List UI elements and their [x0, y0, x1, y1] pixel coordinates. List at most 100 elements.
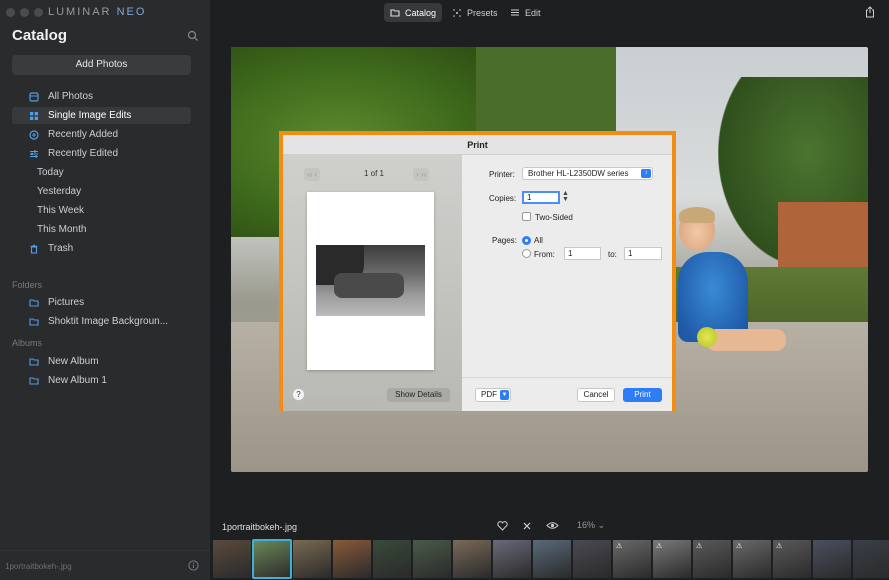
album-icon — [26, 356, 42, 368]
copies-field[interactable]: 1 — [522, 191, 560, 204]
pages-range-radio[interactable] — [522, 249, 531, 258]
eye-icon[interactable] — [546, 521, 559, 530]
filmstrip: ⚠ ⚠ ⚠ ⚠ ⚠ — [213, 539, 889, 580]
catalog-title: Catalog — [12, 27, 68, 44]
filmstrip-thumbnail[interactable]: ⚠ — [613, 540, 651, 578]
print-dialog-title: Print — [283, 135, 672, 155]
tab-presets[interactable]: Presets — [446, 3, 504, 22]
sidebar-item-today[interactable]: Today — [12, 164, 191, 181]
warning-icon: ⚠ — [696, 543, 703, 550]
heart-icon[interactable] — [497, 520, 508, 531]
two-sided-label: Two-Sided — [535, 213, 573, 222]
sidebar-item-recently-edited[interactable]: Recently Edited — [12, 145, 191, 162]
copies-label: Copies: — [489, 194, 517, 203]
sidebar-item-yesterday[interactable]: Yesterday — [12, 183, 191, 200]
filmstrip-thumbnail[interactable] — [813, 540, 851, 578]
add-photos-button[interactable]: Add Photos — [12, 55, 191, 75]
filmstrip-thumbnail[interactable] — [293, 540, 331, 578]
filmstrip-thumbnail[interactable] — [453, 540, 491, 578]
sidebar-item-single-image-edits[interactable]: Single Image Edits — [12, 107, 191, 124]
pages-all-label: All — [534, 236, 543, 245]
next-page-button[interactable]: › ›› — [413, 168, 430, 181]
sidebar-footer: 1portraitbokeh-.jpg — [0, 550, 210, 580]
cancel-button[interactable]: Cancel — [577, 388, 615, 402]
chevron-down-icon: ⌄ — [597, 520, 606, 530]
filmstrip-thumbnail[interactable]: ⚠ — [693, 540, 731, 578]
zoom-level[interactable]: 16% ⌄ — [577, 520, 605, 531]
show-details-button[interactable]: Show Details — [387, 388, 450, 402]
filmstrip-thumbnail[interactable] — [493, 540, 531, 578]
folder-label: Pictures — [48, 297, 85, 308]
folders-heading: Folders — [12, 280, 43, 290]
maximize-window-button[interactable] — [34, 8, 43, 17]
print-preview-image — [316, 245, 425, 316]
pages-to-field[interactable]: 1 — [624, 247, 662, 260]
sidebar-item-trash[interactable]: Trash — [12, 240, 191, 257]
two-sided-checkbox[interactable] — [522, 212, 531, 221]
filmstrip-thumbnail[interactable] — [213, 540, 251, 578]
sidebar-album-new-album[interactable]: New Album — [12, 353, 191, 370]
filmstrip-thumbnail[interactable] — [333, 540, 371, 578]
warning-icon: ⚠ — [656, 543, 663, 550]
chevron-down-icon: ▼ — [500, 390, 509, 400]
prev-page-button[interactable]: ‹‹ ‹ — [304, 168, 321, 181]
tab-catalog[interactable]: Catalog — [384, 3, 443, 22]
filmstrip-tools: 16% ⌄ — [497, 520, 605, 531]
last-page-icon: ›› — [420, 170, 427, 179]
pdf-menu-button[interactable]: PDF ▼ — [475, 388, 511, 402]
album-label: New Album — [48, 356, 99, 367]
pages-label: Pages: — [492, 236, 517, 245]
minimize-window-button[interactable] — [20, 8, 29, 17]
filmstrip-thumbnail[interactable] — [252, 539, 292, 579]
sliders-icon — [26, 148, 42, 160]
sidebar-folder-shoktit[interactable]: Shoktit Image Backgroun... — [12, 313, 191, 330]
filmstrip-thumbnail[interactable] — [533, 540, 571, 578]
filmstrip-thumbnail[interactable] — [853, 540, 889, 578]
sidebar-item-this-month[interactable]: This Month — [12, 221, 191, 238]
filmstrip-thumbnail[interactable]: ⚠ — [773, 540, 811, 578]
help-button[interactable]: ? — [292, 388, 305, 401]
filmstrip-thumbnail[interactable]: ⚠ — [733, 540, 771, 578]
search-icon[interactable] — [187, 30, 199, 42]
print-settings-pane: Printer: Brother HL-L2350DW series ↕ Cop… — [462, 155, 672, 377]
filmstrip-thumbnail[interactable] — [373, 540, 411, 578]
pages-all-radio[interactable] — [522, 236, 531, 245]
copies-stepper[interactable]: ▲ ▼ — [562, 190, 569, 203]
pages-from-field[interactable]: 1 — [564, 247, 601, 260]
sidebar-item-recently-added[interactable]: Recently Added — [12, 126, 191, 143]
album-icon — [26, 375, 42, 387]
tab-edit[interactable]: Edit — [504, 3, 547, 22]
info-icon[interactable] — [188, 560, 199, 571]
sparkle-icon — [453, 8, 461, 17]
share-icon[interactable] — [865, 6, 875, 18]
tab-label: Presets — [467, 7, 498, 18]
close-window-button[interactable] — [6, 8, 15, 17]
preview-people — [334, 273, 404, 298]
plus-circle-icon — [26, 129, 42, 141]
sidebar-item-all-photos[interactable]: All Photos — [12, 88, 191, 105]
first-page-icon: ‹‹ — [307, 170, 313, 179]
grid-icon — [26, 110, 42, 122]
sidebar-item-label: All Photos — [48, 91, 94, 102]
sidebar-item-this-week[interactable]: This Week — [12, 202, 191, 219]
prev-page-icon: ‹ — [314, 170, 318, 179]
footer-filename: 1portraitbokeh-.jpg — [5, 562, 72, 571]
folder-icon — [390, 9, 400, 17]
folder-label: Shoktit Image Backgroun... — [48, 316, 169, 327]
sidebar: LUMINAR NEO Catalog Add Photos All Photo… — [0, 0, 210, 580]
zoom-value: 16% — [577, 520, 596, 530]
printer-select[interactable]: Brother HL-L2350DW series ↕ — [522, 167, 653, 180]
sidebar-folder-pictures[interactable]: Pictures — [12, 294, 191, 311]
warning-icon: ⚠ — [776, 543, 783, 550]
album-label: New Album 1 — [48, 375, 107, 386]
filmstrip-thumbnail[interactable]: ⚠ — [653, 540, 691, 578]
print-dialog-actions: PDF ▼ Cancel Print — [462, 377, 672, 411]
print-button[interactable]: Print — [623, 388, 662, 402]
reject-icon[interactable] — [522, 521, 532, 531]
sidebar-album-new-album-1[interactable]: New Album 1 — [12, 372, 191, 389]
pages-to-label: to: — [608, 250, 617, 259]
window-controls — [6, 8, 43, 17]
filmstrip-thumbnail[interactable] — [413, 540, 451, 578]
sidebar-item-label: Trash — [48, 243, 74, 254]
filmstrip-thumbnail[interactable] — [573, 540, 611, 578]
